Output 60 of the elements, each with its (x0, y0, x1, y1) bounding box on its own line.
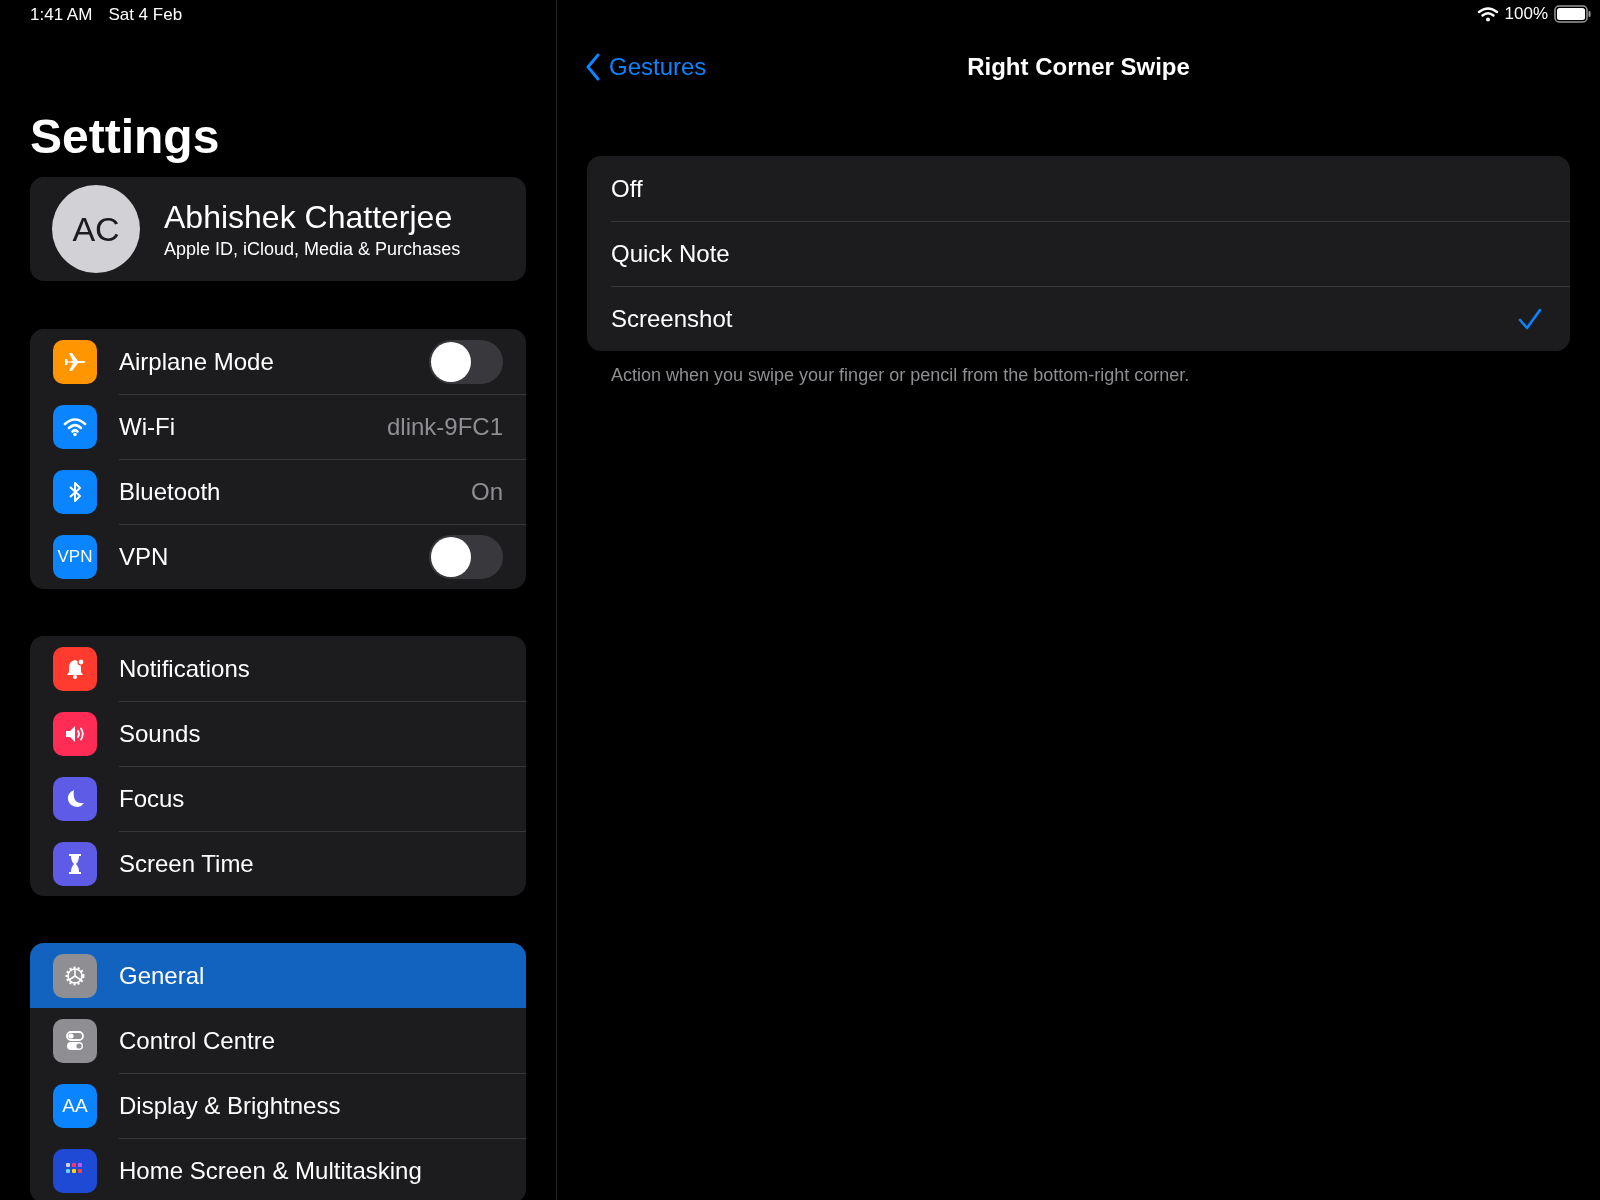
settings-item[interactable]: Airplane Mode (30, 329, 526, 394)
option-row[interactable]: Off (587, 156, 1570, 221)
bell-icon (53, 646, 97, 691)
item-label: Home Screen & Multitasking (119, 1157, 423, 1185)
settings-icon (53, 953, 97, 998)
vpn-icon: VPN (53, 534, 97, 579)
item-label: VPN (119, 543, 170, 571)
battery-icon (1554, 5, 1592, 23)
option-row[interactable]: Screenshot (587, 286, 1570, 351)
app-grid-icon (53, 1148, 97, 1193)
profile-card[interactable]: AC Abhishek Chatterjee Apple ID, iCloud, Media & Purchases (30, 177, 526, 281)
profile-name: Abhishek Chatterjee (164, 198, 454, 235)
settings-item[interactable]: Sounds (30, 701, 526, 766)
bluetooth-icon (53, 469, 97, 514)
switches-icon (53, 1018, 97, 1063)
status-date: Sat 4 Feb (108, 5, 183, 26)
settings-item[interactable]: VPN VPN (30, 524, 526, 589)
battery-percentage: 100% (1504, 4, 1548, 24)
settings-item[interactable]: Control Centre (30, 1008, 526, 1073)
settings-item[interactable]: Notifications (30, 636, 526, 701)
item-label: Notifications (119, 654, 251, 683)
item-label: Control Centre (119, 1026, 277, 1055)
option-label: Off (611, 174, 644, 203)
item-label: Screen Time (119, 850, 255, 878)
airplane-icon (53, 339, 97, 384)
item-label: Sounds (119, 720, 202, 748)
avatar: AC (52, 185, 140, 273)
settings-item[interactable]: Screen Time (30, 831, 526, 896)
settings-item[interactable]: Focus (30, 766, 526, 831)
moon-icon (53, 776, 97, 821)
item-label: Bluetooth (119, 478, 222, 506)
wifi-icon (1476, 6, 1499, 22)
option-label: Quick Note (611, 240, 731, 268)
option-label: Screenshot (611, 305, 734, 333)
profile-subtitle: Apple ID, iCloud, Media & Purchases (164, 238, 461, 260)
back-button[interactable]: Gestures (585, 53, 707, 81)
hourglass-icon (53, 841, 97, 886)
settings-item[interactable]: General (30, 943, 526, 1008)
settings-item[interactable]: Bluetooth On (30, 459, 526, 524)
settings-item[interactable]: Wi-Fi dlink-9FC1 (30, 394, 526, 459)
speaker-icon (53, 711, 97, 756)
item-label: Focus (119, 785, 186, 813)
settings-item[interactable]: Home Screen & Multitasking (30, 1138, 526, 1200)
option-row[interactable]: Quick Note (587, 221, 1570, 286)
item-label: General (119, 961, 206, 990)
settings-item[interactable]: AA Display & Brightness (30, 1073, 526, 1138)
nav-title: Right Corner Swipe (967, 53, 1190, 81)
item-value: dlink-9FC1 (386, 413, 503, 441)
item-label: Airplane Mode (119, 347, 275, 376)
wifi-icon (53, 404, 97, 449)
footer-note: Action when you swipe your finger or pencil from the bottom-right corner. (611, 365, 1190, 386)
page-title: Settings (30, 111, 220, 163)
item-label: Wi-Fi (119, 413, 176, 441)
item-value: On (471, 478, 503, 506)
text-size-icon: AA (53, 1083, 97, 1128)
toggle-switch[interactable] (429, 339, 503, 384)
item-label: Display & Brightness (119, 1092, 342, 1120)
toggle-switch[interactable] (429, 535, 503, 579)
status-time: 1:41 AM (30, 5, 93, 26)
chevron-left-icon (585, 53, 601, 81)
